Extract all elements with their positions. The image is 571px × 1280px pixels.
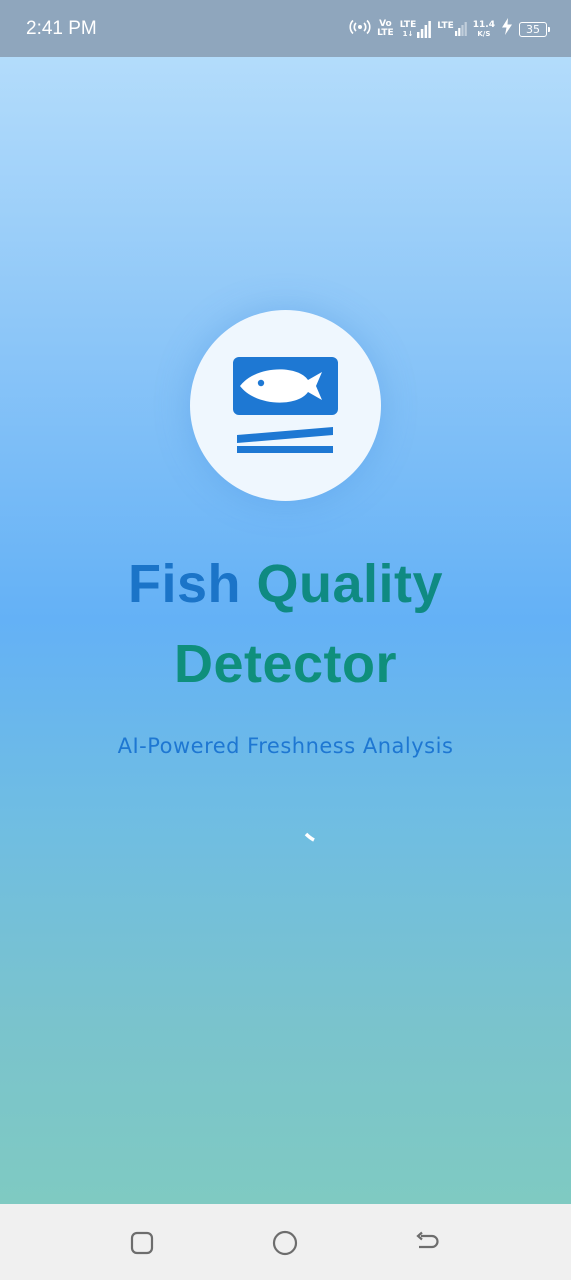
app-title-line-2: Detector (173, 634, 398, 694)
navigation-bar (0, 1204, 571, 1280)
signal-sim2-icon: LTE (437, 22, 467, 36)
splash-screen: 2:41 PM Vo LTE LTE 1↓ LTE 11.4 K/S 35 Fi… (0, 0, 571, 1280)
battery-level: 35 (526, 22, 540, 36)
title-word-quality: Quality (256, 554, 444, 614)
data-rate-value: 11.4 (472, 19, 495, 30)
data-rate: 11.4 K/S (472, 19, 495, 38)
title-word-fish: Fish (127, 554, 241, 614)
logo-badge (190, 310, 381, 501)
status-icons: Vo LTE LTE 1↓ LTE 11.4 K/S 35 (349, 14, 550, 44)
back-button[interactable] (413, 1229, 441, 1257)
data-rate-unit: K/S (477, 29, 491, 38)
status-time: 2:41 PM (26, 18, 97, 39)
charging-bolt-icon (501, 18, 513, 40)
loading-spinner (304, 832, 315, 842)
sim1-sub-label: 1↓ (402, 29, 414, 38)
volte-icon: Vo LTE (377, 20, 394, 38)
battery-icon: 35 (519, 21, 550, 37)
status-bar: 2:41 PM Vo LTE LTE 1↓ LTE 11.4 K/S 35 (0, 0, 571, 57)
back-arrow-icon (416, 1231, 439, 1249)
recents-square-icon (130, 1231, 154, 1255)
app-background: Fish Quality Detector AI-Powered Freshne… (0, 57, 571, 1204)
app-title-line-1: Fish Quality (0, 544, 571, 624)
fish-logo-icon (233, 357, 338, 453)
recents-button[interactable] (128, 1229, 156, 1257)
app-title: Fish Quality Detector (0, 544, 571, 704)
hotspot-icon (349, 19, 371, 40)
home-circle-icon (272, 1230, 298, 1256)
sim1-network-label: LTE (399, 19, 417, 30)
home-button[interactable] (271, 1229, 299, 1257)
volte-bottom-label: LTE (377, 28, 394, 38)
sim2-network-label: LTE (437, 21, 454, 31)
app-subtitle: AI-Powered Freshness Analysis (117, 734, 454, 758)
signal-sim1-icon: LTE 1↓ (399, 19, 432, 38)
